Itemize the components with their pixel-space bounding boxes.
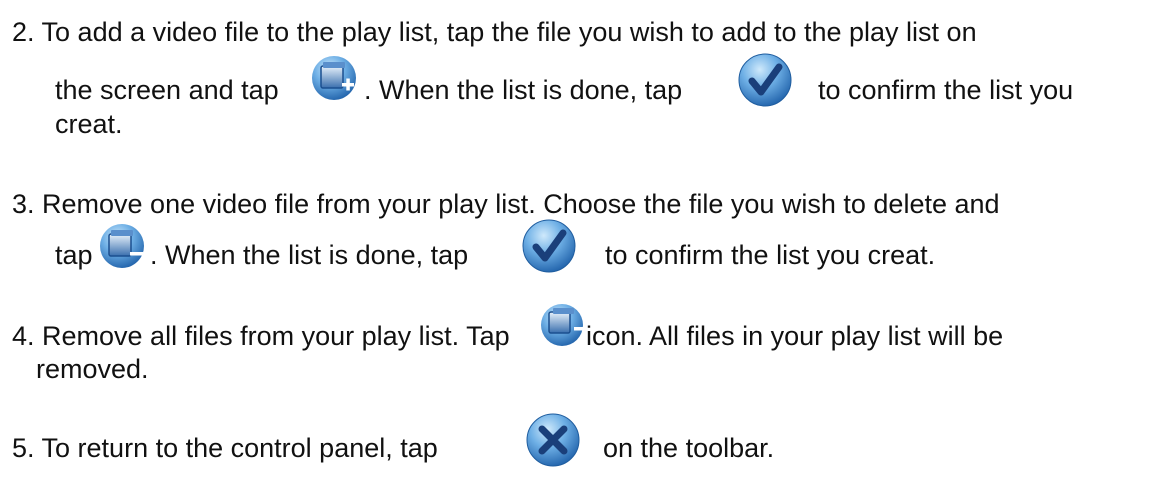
step-3-line-1: 3. Remove one video file from your play … <box>12 189 1000 219</box>
step-5-line-1b: on the toolbar. <box>603 433 775 463</box>
confirm-check-icon <box>738 53 792 107</box>
step-4-line-1a: 4. Remove all files from your play list.… <box>12 321 510 351</box>
close-x-icon <box>526 413 580 467</box>
step-3-line-2a: tap <box>55 240 93 270</box>
confirm-check-icon <box>522 219 576 273</box>
step-3-line-2c: to confirm the list you creat. <box>605 240 936 270</box>
step-4-line-2: removed. <box>36 354 149 384</box>
step-3-line-2b: . When the list is done, tap <box>150 240 469 270</box>
step-2-line-3: creat. <box>55 109 123 139</box>
step-2-line-2a: the screen and tap <box>55 75 279 105</box>
step-5-line-1a: 5. To return to the control panel, tap <box>12 433 438 463</box>
step-2-line-2b: . When the list is done, tap <box>364 75 683 105</box>
remove-all-icon <box>541 304 583 346</box>
step-2-line-2c: to confirm the list you <box>818 75 1074 105</box>
step-2-line-1: 2. To add a video file to the play list,… <box>12 17 977 47</box>
add-to-playlist-icon <box>312 56 356 100</box>
remove-from-playlist-icon <box>100 224 144 268</box>
step-4-line-1b: icon. All files in your play list will b… <box>586 321 1004 351</box>
